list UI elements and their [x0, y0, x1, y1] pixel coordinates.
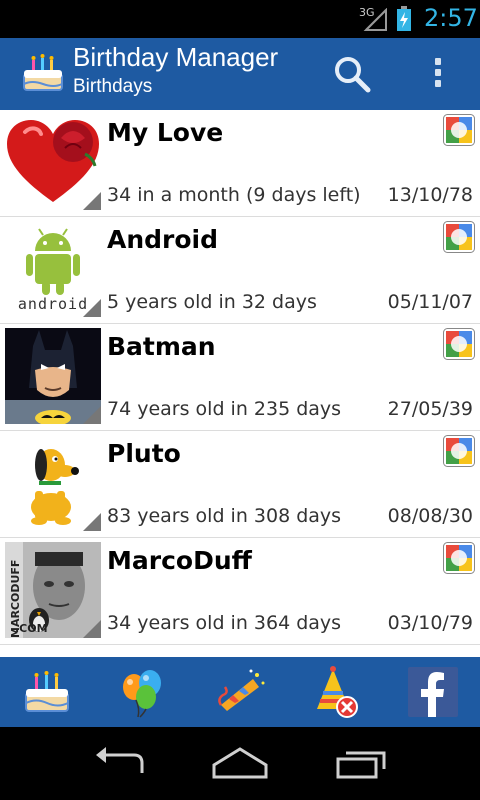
status-bar: 3G 2:57	[0, 0, 480, 38]
list-item[interactable]: Batman 74 years old in 235 days 27/05/39	[0, 324, 480, 431]
home-icon[interactable]	[210, 743, 270, 783]
list-item[interactable]: Pluto 83 years old in 308 days 08/08/30	[0, 431, 480, 538]
facebook-icon[interactable]	[406, 665, 460, 719]
birthday-list[interactable]: My Love 34 in a month (9 days left) 13/1…	[0, 110, 480, 657]
back-icon[interactable]	[90, 743, 150, 783]
marcoduff-avatar: MARCODUFF .COM	[5, 542, 101, 638]
birthday-cake-icon[interactable]	[20, 50, 66, 96]
bottom-action-bar	[0, 657, 480, 727]
contact-birth-date: 08/08/30	[387, 505, 473, 527]
google-icon	[443, 542, 475, 574]
signal-icon	[363, 8, 387, 31]
contact-birth-date: 03/10/79	[387, 612, 473, 634]
google-icon	[443, 435, 475, 467]
overflow-menu-icon[interactable]	[428, 56, 448, 92]
contact-age-info: 34 years old in 364 days	[107, 612, 342, 634]
contact-name: Android	[107, 225, 219, 254]
contact-name: MarcoDuff	[107, 546, 252, 575]
party-hat-remove-icon[interactable]	[309, 665, 363, 719]
pluto-avatar	[5, 435, 101, 531]
clock: 2:57	[424, 4, 478, 32]
list-item[interactable]: android Android 5 years old in 32 days 0…	[0, 217, 480, 324]
birthday-cake-icon[interactable]	[20, 665, 74, 719]
contact-age-info: 34 in a month (9 days left)	[107, 184, 361, 206]
action-bar: Birthday Manager Birthdays	[0, 38, 480, 110]
list-item[interactable]: MARCODUFF .COM MarcoDuff 34 years old in…	[0, 538, 480, 645]
contact-age-info: 83 years old in 308 days	[107, 505, 342, 527]
contact-age-info: 74 years old in 235 days	[107, 398, 342, 420]
google-icon	[443, 328, 475, 360]
recent-apps-icon[interactable]	[332, 743, 392, 783]
search-icon[interactable]	[332, 54, 372, 94]
contact-birth-date: 27/05/39	[387, 398, 473, 420]
android-avatar: android	[5, 221, 101, 317]
battery-icon	[397, 6, 411, 31]
contact-name: Batman	[107, 332, 216, 361]
app-title: Birthday Manager	[73, 42, 279, 72]
list-item[interactable]: My Love 34 in a month (9 days left) 13/1…	[0, 110, 480, 217]
contact-birth-date: 13/10/78	[387, 184, 473, 206]
contact-age-info: 5 years old in 32 days	[107, 291, 317, 313]
party-horn-icon[interactable]	[213, 665, 267, 719]
heart-rose-avatar	[5, 114, 101, 210]
balloons-icon[interactable]	[116, 665, 170, 719]
contact-name: Pluto	[107, 439, 181, 468]
contact-name: My Love	[107, 118, 224, 147]
contact-birth-date: 05/11/07	[387, 291, 473, 313]
batman-avatar	[5, 328, 101, 424]
avatar-caption-bottom: .COM	[15, 622, 48, 635]
google-icon	[443, 221, 475, 253]
google-icon	[443, 114, 475, 146]
navigation-bar	[0, 727, 480, 800]
app-subtitle: Birthdays	[73, 76, 153, 97]
